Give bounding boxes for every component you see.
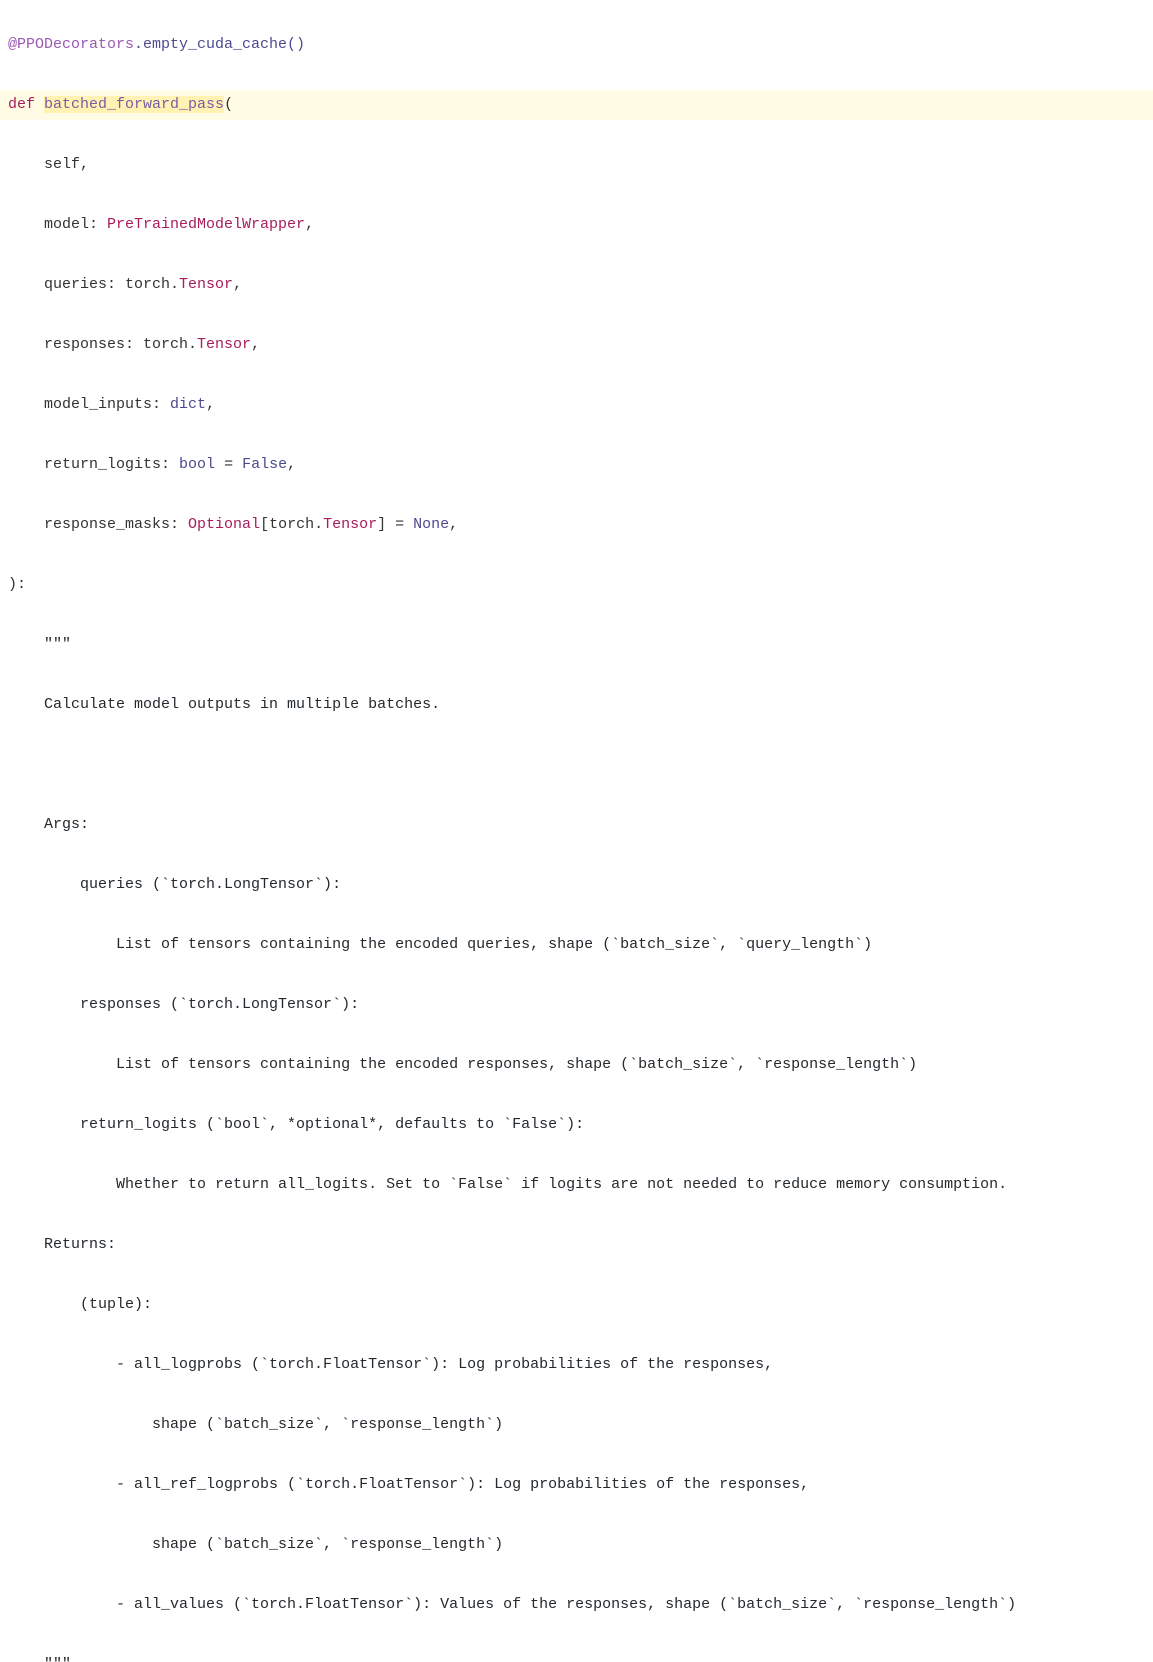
param-queries-name: queries: torch. bbox=[44, 276, 179, 293]
return-item-2a: - all_ref_logprobs (`torch.FloatTensor`)… bbox=[44, 1476, 809, 1493]
code-line: ): bbox=[0, 570, 1153, 600]
code-line: Whether to return all_logits. Set to `Fa… bbox=[0, 1170, 1153, 1200]
arg-queries-desc: List of tensors containing the encoded q… bbox=[44, 936, 872, 953]
arg-responses-sig: responses (`torch.LongTensor`): bbox=[44, 996, 359, 1013]
function-name: batched_forward_pass bbox=[44, 96, 224, 113]
param-model-inputs: model_inputs: bbox=[44, 396, 170, 413]
param-model-name: model: bbox=[44, 216, 107, 233]
code-line: self, bbox=[0, 150, 1153, 180]
code-line bbox=[0, 750, 1153, 780]
code-line: """ bbox=[0, 1650, 1153, 1662]
bracket-open: [torch. bbox=[260, 516, 323, 533]
bool-type: bool bbox=[179, 456, 215, 473]
tensor-type: Tensor bbox=[323, 516, 377, 533]
code-line: Calculate model outputs in multiple batc… bbox=[0, 690, 1153, 720]
comma: , bbox=[287, 456, 296, 473]
none-constant: None bbox=[413, 516, 449, 533]
code-line: return_logits (`bool`, *optional*, defau… bbox=[0, 1110, 1153, 1140]
code-line: List of tensors containing the encoded r… bbox=[0, 1050, 1153, 1080]
code-line: model: PreTrainedModelWrapper, bbox=[0, 210, 1153, 240]
code-line: Args: bbox=[0, 810, 1153, 840]
code-line: def batched_forward_pass( bbox=[0, 90, 1153, 120]
return-item-1b: shape (`batch_size`, `response_length`) bbox=[44, 1416, 503, 1433]
code-line: List of tensors containing the encoded q… bbox=[0, 930, 1153, 960]
optional-type: Optional bbox=[188, 516, 260, 533]
code-line: response_masks: Optional[torch.Tensor] =… bbox=[0, 510, 1153, 540]
comma: , bbox=[251, 336, 260, 353]
comma: , bbox=[449, 516, 458, 533]
docstring-open: """ bbox=[44, 636, 71, 653]
return-item-3: - all_values (`torch.FloatTensor`): Valu… bbox=[44, 1596, 1016, 1613]
param-model-type: PreTrainedModelWrapper bbox=[107, 216, 305, 233]
equals: = bbox=[215, 456, 242, 473]
param-response-masks: response_masks: bbox=[44, 516, 188, 533]
dict-type: dict bbox=[170, 396, 206, 413]
arg-return-logits-sig: return_logits (`bool`, *optional*, defau… bbox=[44, 1116, 584, 1133]
param-responses-type: Tensor bbox=[197, 336, 251, 353]
param-responses-name: responses: torch. bbox=[44, 336, 197, 353]
comma: , bbox=[233, 276, 242, 293]
code-line: return_logits: bool = False, bbox=[0, 450, 1153, 480]
code-line: @PPODecorators.empty_cuda_cache() bbox=[0, 30, 1153, 60]
returns-tuple: (tuple): bbox=[44, 1296, 152, 1313]
false-constant: False bbox=[242, 456, 287, 473]
param-return-logits: return_logits: bbox=[44, 456, 179, 473]
param-queries-type: Tensor bbox=[179, 276, 233, 293]
code-line: shape (`batch_size`, `response_length`) bbox=[0, 1530, 1153, 1560]
docstring-close: """ bbox=[44, 1656, 71, 1662]
code-line: - all_logprobs (`torch.FloatTensor`): Lo… bbox=[0, 1350, 1153, 1380]
decorator-class: @PPODecorators bbox=[8, 36, 134, 53]
code-line: responses: torch.Tensor, bbox=[0, 330, 1153, 360]
code-line: responses (`torch.LongTensor`): bbox=[0, 990, 1153, 1020]
code-line: queries (`torch.LongTensor`): bbox=[0, 870, 1153, 900]
comma: , bbox=[206, 396, 215, 413]
code-line: - all_values (`torch.FloatTensor`): Valu… bbox=[0, 1590, 1153, 1620]
code-block: @PPODecorators.empty_cuda_cache() def ba… bbox=[0, 0, 1153, 1662]
code-line: - all_ref_logprobs (`torch.FloatTensor`)… bbox=[0, 1470, 1153, 1500]
return-item-2b: shape (`batch_size`, `response_length`) bbox=[44, 1536, 503, 1553]
comma: , bbox=[305, 216, 314, 233]
code-line: model_inputs: dict, bbox=[0, 390, 1153, 420]
decorator-method: .empty_cuda_cache() bbox=[134, 36, 305, 53]
arg-return-logits-desc: Whether to return all_logits. Set to `Fa… bbox=[44, 1176, 1007, 1193]
code-line: (tuple): bbox=[0, 1290, 1153, 1320]
param-self: self, bbox=[44, 156, 89, 173]
code-line: shape (`batch_size`, `response_length`) bbox=[0, 1410, 1153, 1440]
code-line: """ bbox=[0, 630, 1153, 660]
arg-responses-desc: List of tensors containing the encoded r… bbox=[44, 1056, 917, 1073]
close-paren: ): bbox=[8, 576, 26, 593]
args-header: Args: bbox=[44, 816, 89, 833]
returns-header: Returns: bbox=[44, 1236, 116, 1253]
code-line: Returns: bbox=[0, 1230, 1153, 1260]
keyword-def: def bbox=[8, 96, 35, 113]
return-item-1a: - all_logprobs (`torch.FloatTensor`): Lo… bbox=[44, 1356, 773, 1373]
arg-queries-sig: queries (`torch.LongTensor`): bbox=[44, 876, 341, 893]
docstring-desc: Calculate model outputs in multiple batc… bbox=[44, 696, 440, 713]
code-line: queries: torch.Tensor, bbox=[0, 270, 1153, 300]
bracket-close: ] = bbox=[377, 516, 413, 533]
open-paren: ( bbox=[224, 96, 233, 113]
